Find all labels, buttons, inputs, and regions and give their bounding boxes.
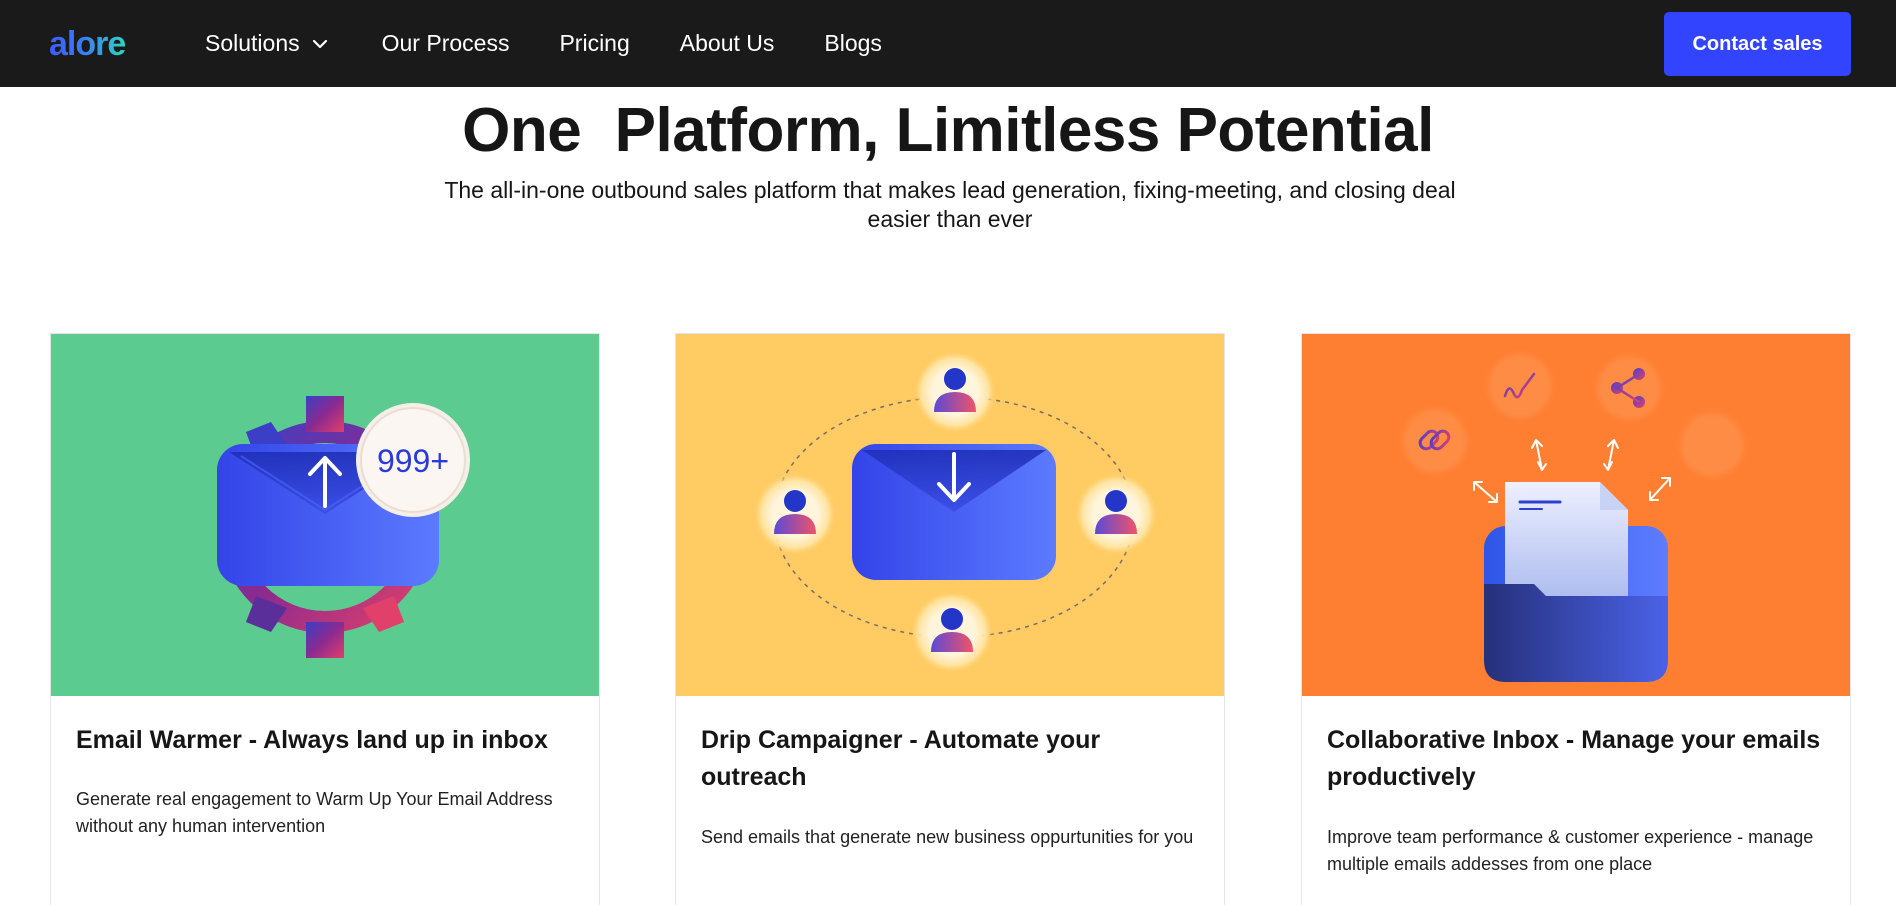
card-collaborative-inbox[interactable]: Collaborative Inbox - Manage your emails… <box>1301 333 1851 905</box>
card-email-warmer[interactable]: 999+ Email Warmer - Always land up in in… <box>50 333 600 905</box>
hero-subtitle: The all-in-one outbound sales platform t… <box>444 177 1456 232</box>
nav-solutions[interactable]: Solutions <box>205 30 332 57</box>
nav-our-process[interactable]: Our Process <box>382 30 510 57</box>
alore-logo[interactable]: alore <box>49 24 126 64</box>
card-title[interactable]: Collaborative Inbox - Manage your emails… <box>1327 722 1827 796</box>
drip-campaigner-illustration <box>676 334 1224 696</box>
share-icon <box>1591 350 1667 426</box>
link-icon <box>1397 403 1473 479</box>
badge-count-text: 999+ <box>377 443 449 479</box>
hero-title: One Platform, Limitless Potential <box>462 96 1434 165</box>
chevron-down-icon <box>312 39 327 48</box>
nav-blogs[interactable]: Blogs <box>824 30 882 57</box>
text-lines-icon <box>1674 407 1750 483</box>
card-title[interactable]: Drip Campaigner - Automate your outreach <box>701 722 1201 796</box>
user-avatar-icon <box>913 350 997 434</box>
collaborative-inbox-illustration <box>1302 334 1850 696</box>
signature-icon <box>1482 348 1558 424</box>
contact-sales-button[interactable]: Contact sales <box>1664 12 1851 76</box>
nav-pricing[interactable]: Pricing <box>559 30 629 57</box>
card-description: Send emails that generate new business o… <box>701 827 1194 847</box>
email-warmer-illustration: 999+ <box>51 334 599 696</box>
card-title[interactable]: Email Warmer - Always land up in inbox <box>76 722 576 759</box>
nav-about-us[interactable]: About Us <box>680 30 775 57</box>
nav-solutions-label: Solutions <box>205 30 300 56</box>
card-drip-campaigner[interactable]: Drip Campaigner - Automate your outreach… <box>675 333 1225 905</box>
user-avatar-icon <box>1074 472 1158 556</box>
card-description: Generate real engagement to Warm Up Your… <box>76 789 553 836</box>
user-avatar-icon <box>753 472 837 556</box>
nav-links: Solutions Our Process Pricing About Us B… <box>205 0 932 87</box>
user-avatar-icon <box>910 590 994 674</box>
top-navbar: alore Solutions Our Process Pricing Abou… <box>0 0 1896 87</box>
card-description: Improve team performance & customer expe… <box>1327 827 1814 874</box>
count-badge: 999+ <box>356 403 470 517</box>
